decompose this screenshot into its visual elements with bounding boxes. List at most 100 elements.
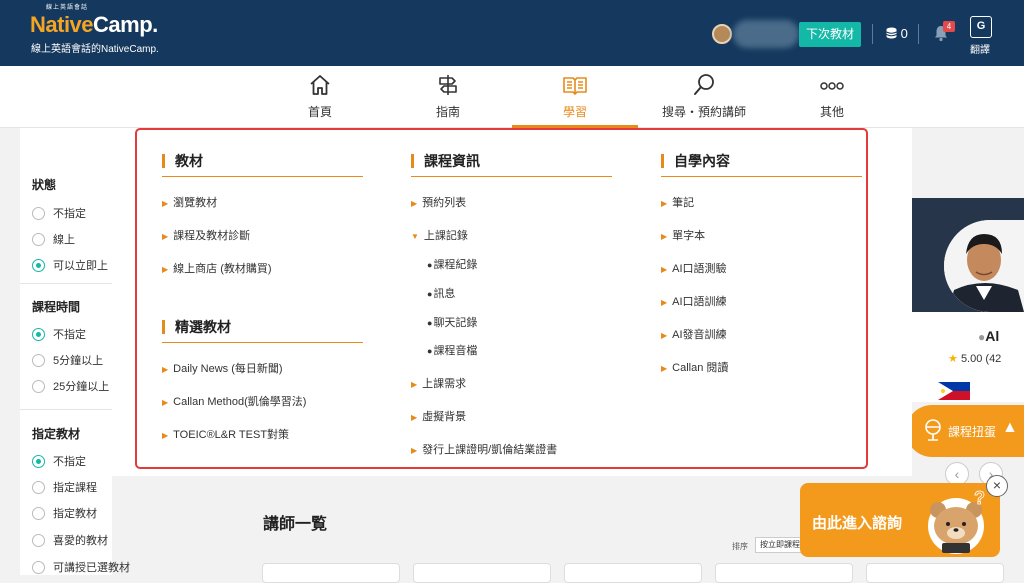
bear-mascot-icon: ? bbox=[928, 488, 985, 554]
menu-subitem[interactable]: ●課程紀錄 bbox=[427, 256, 477, 272]
signpost-icon bbox=[439, 75, 457, 95]
menu-item[interactable]: ▶ 虛擬背景 bbox=[411, 408, 466, 424]
caret-right-icon: ▶ bbox=[661, 199, 668, 208]
nav-home-label: 首頁 bbox=[307, 105, 332, 119]
radio-icon[interactable] bbox=[32, 533, 45, 547]
notification-badge: 4 bbox=[943, 21, 955, 32]
filter-material-option[interactable]: 不指定 bbox=[32, 453, 86, 469]
radio-checked-icon[interactable] bbox=[32, 258, 45, 272]
menu-item[interactable]: ▶ AI口語測驗 bbox=[661, 260, 727, 276]
logo[interactable]: NativeCamp. bbox=[30, 12, 158, 38]
menu-item[interactable]: ▶ Daily News (每日新聞) bbox=[162, 360, 283, 376]
caret-right-icon: ▶ bbox=[661, 331, 668, 340]
menu-item[interactable]: ▶ 線上商店 (教材購買) bbox=[162, 260, 272, 276]
radio-icon[interactable] bbox=[32, 560, 45, 574]
search-icon bbox=[694, 74, 714, 95]
menu-item[interactable]: ▶ AI口語訓練 bbox=[661, 293, 727, 309]
filter-status-option[interactable]: 可以立即上 bbox=[32, 257, 108, 273]
menu-subitem[interactable]: ●聊天記錄 bbox=[427, 314, 477, 330]
caret-right-icon: ▶ bbox=[661, 232, 668, 241]
menu-item[interactable]: ▶ AI發音訓練 bbox=[661, 326, 727, 342]
close-icon[interactable]: × bbox=[986, 475, 1008, 497]
filter-material-option[interactable]: 指定課程 bbox=[32, 479, 97, 495]
next-material-button[interactable]: 下次教材 bbox=[799, 22, 861, 47]
filter-status-option[interactable]: 線上 bbox=[32, 231, 75, 247]
home-icon bbox=[310, 75, 330, 95]
nav-home[interactable]: 首頁 bbox=[257, 66, 383, 128]
lesson-gacha-button[interactable]: 課程扭蛋 ▲ bbox=[906, 405, 1024, 457]
filter-duration-option[interactable]: 不指定 bbox=[32, 326, 86, 342]
filter-duration-heading: 課程時間 bbox=[32, 300, 81, 314]
menu-item[interactable]: ▶ TOEIC®L&R TEST對策 bbox=[162, 426, 289, 442]
sort-label: 排序 bbox=[732, 542, 748, 551]
star-icon: ★ bbox=[948, 353, 958, 365]
menu-heading-lesson-info: 課程資訊 bbox=[411, 154, 480, 168]
menu-item[interactable]: ▶ 預約列表 bbox=[411, 194, 466, 210]
user-name-blurred[interactable] bbox=[733, 20, 799, 48]
gacha-icon bbox=[925, 419, 941, 441]
radio-icon[interactable] bbox=[32, 353, 45, 367]
logo-camp: Camp. bbox=[93, 12, 158, 37]
caret-right-icon: ▶ bbox=[411, 199, 418, 208]
teacher-list-title: 講師一覧 bbox=[263, 516, 328, 533]
radio-icon[interactable] bbox=[32, 206, 45, 220]
menu-item[interactable]: ▶ 發行上課證明/凱倫結業證書 bbox=[411, 441, 557, 457]
bullet-icon: ● bbox=[427, 289, 433, 299]
radio-checked-icon[interactable] bbox=[32, 327, 45, 341]
menu-subitem[interactable]: ●訊息 bbox=[427, 285, 455, 301]
menu-subitem[interactable]: ●課程音檔 bbox=[427, 342, 477, 358]
teacher-card[interactable] bbox=[413, 563, 551, 583]
caret-right-icon: ▶ bbox=[162, 232, 169, 241]
teacher-card[interactable] bbox=[564, 563, 702, 583]
caret-right-icon: ▶ bbox=[411, 380, 418, 389]
caret-down-icon: ▼ bbox=[411, 232, 419, 241]
teacher-card[interactable] bbox=[715, 563, 853, 583]
menu-item[interactable]: ▶ 上課需求 bbox=[411, 375, 466, 391]
bullet-icon: ● bbox=[427, 318, 433, 328]
coin-balance[interactable]: 0 bbox=[886, 26, 908, 41]
filter-sidebar: 狀態 不指定 線上 可以立即上 課程時間 不指定 5分鐘以上 25分鐘以上 指定… bbox=[20, 128, 130, 575]
divider bbox=[872, 24, 873, 44]
bullet-icon: ● bbox=[427, 346, 433, 356]
sort-select[interactable]: 按立即課程 bbox=[755, 537, 805, 553]
menu-item[interactable]: ▶ 瀏覽教材 bbox=[162, 194, 217, 210]
filter-material-option[interactable]: 喜愛的教材 bbox=[32, 532, 108, 548]
nav-search-label: 搜尋・預約講師 bbox=[661, 105, 746, 119]
nav-more[interactable]: 其他 bbox=[769, 66, 895, 128]
caret-right-icon: ▶ bbox=[661, 298, 668, 307]
translate-label[interactable]: 翻譯 bbox=[970, 41, 990, 56]
radio-checked-icon[interactable] bbox=[32, 454, 45, 468]
caret-right-icon: ▶ bbox=[162, 365, 169, 374]
menu-item-expanded[interactable]: ▼ 上課記錄 bbox=[411, 227, 468, 243]
radio-icon[interactable] bbox=[32, 379, 45, 393]
filter-duration-option[interactable]: 25分鐘以上 bbox=[32, 378, 109, 394]
filter-duration-option[interactable]: 5分鐘以上 bbox=[32, 352, 103, 368]
menu-item[interactable]: ▶ 課程及教材診斷 bbox=[162, 227, 250, 243]
filter-material-option[interactable]: 可講授已選教材 bbox=[32, 559, 130, 575]
divider bbox=[918, 24, 919, 44]
menu-item[interactable]: ▶ Callan 閱讀 bbox=[661, 359, 728, 375]
logo-native: Native bbox=[30, 12, 94, 37]
menu-item[interactable]: ▶ 單字本 bbox=[661, 227, 705, 243]
menu-item[interactable]: ▶ Callan Method(凱倫學習法) bbox=[162, 393, 306, 409]
bullet-icon: ● bbox=[427, 260, 433, 270]
radio-icon[interactable] bbox=[32, 506, 45, 520]
radio-icon[interactable] bbox=[32, 232, 45, 246]
teacher-card[interactable] bbox=[262, 563, 400, 583]
study-mega-menu: 教材 ▶ 瀏覽教材 ▶ 課程及教材診斷 ▶ 線上商店 (教材購買) 精選教材 ▶ Dai… bbox=[135, 128, 868, 469]
user-avatar[interactable] bbox=[712, 24, 732, 44]
nav-study-label: 學習 bbox=[562, 105, 587, 119]
nav-more-label: 其他 bbox=[819, 105, 844, 119]
teacher-card[interactable] bbox=[866, 563, 1004, 583]
nav-guide[interactable]: 指南 bbox=[385, 66, 511, 128]
teacher-name[interactable]: ●Al bbox=[978, 328, 999, 344]
heading-underline bbox=[411, 176, 612, 177]
translate-icon[interactable]: G bbox=[970, 16, 992, 38]
filter-material-option[interactable]: 指定教材 bbox=[32, 505, 97, 521]
teacher-rating: ★ 5.00 (42 bbox=[948, 353, 1002, 365]
menu-item[interactable]: ▶ 筆記 bbox=[661, 194, 694, 210]
radio-icon[interactable] bbox=[32, 480, 45, 494]
filter-status-option[interactable]: 不指定 bbox=[32, 205, 86, 221]
nav-search[interactable]: 搜尋・預約講師 bbox=[641, 66, 767, 128]
nav-study[interactable]: 學習 bbox=[512, 66, 638, 128]
